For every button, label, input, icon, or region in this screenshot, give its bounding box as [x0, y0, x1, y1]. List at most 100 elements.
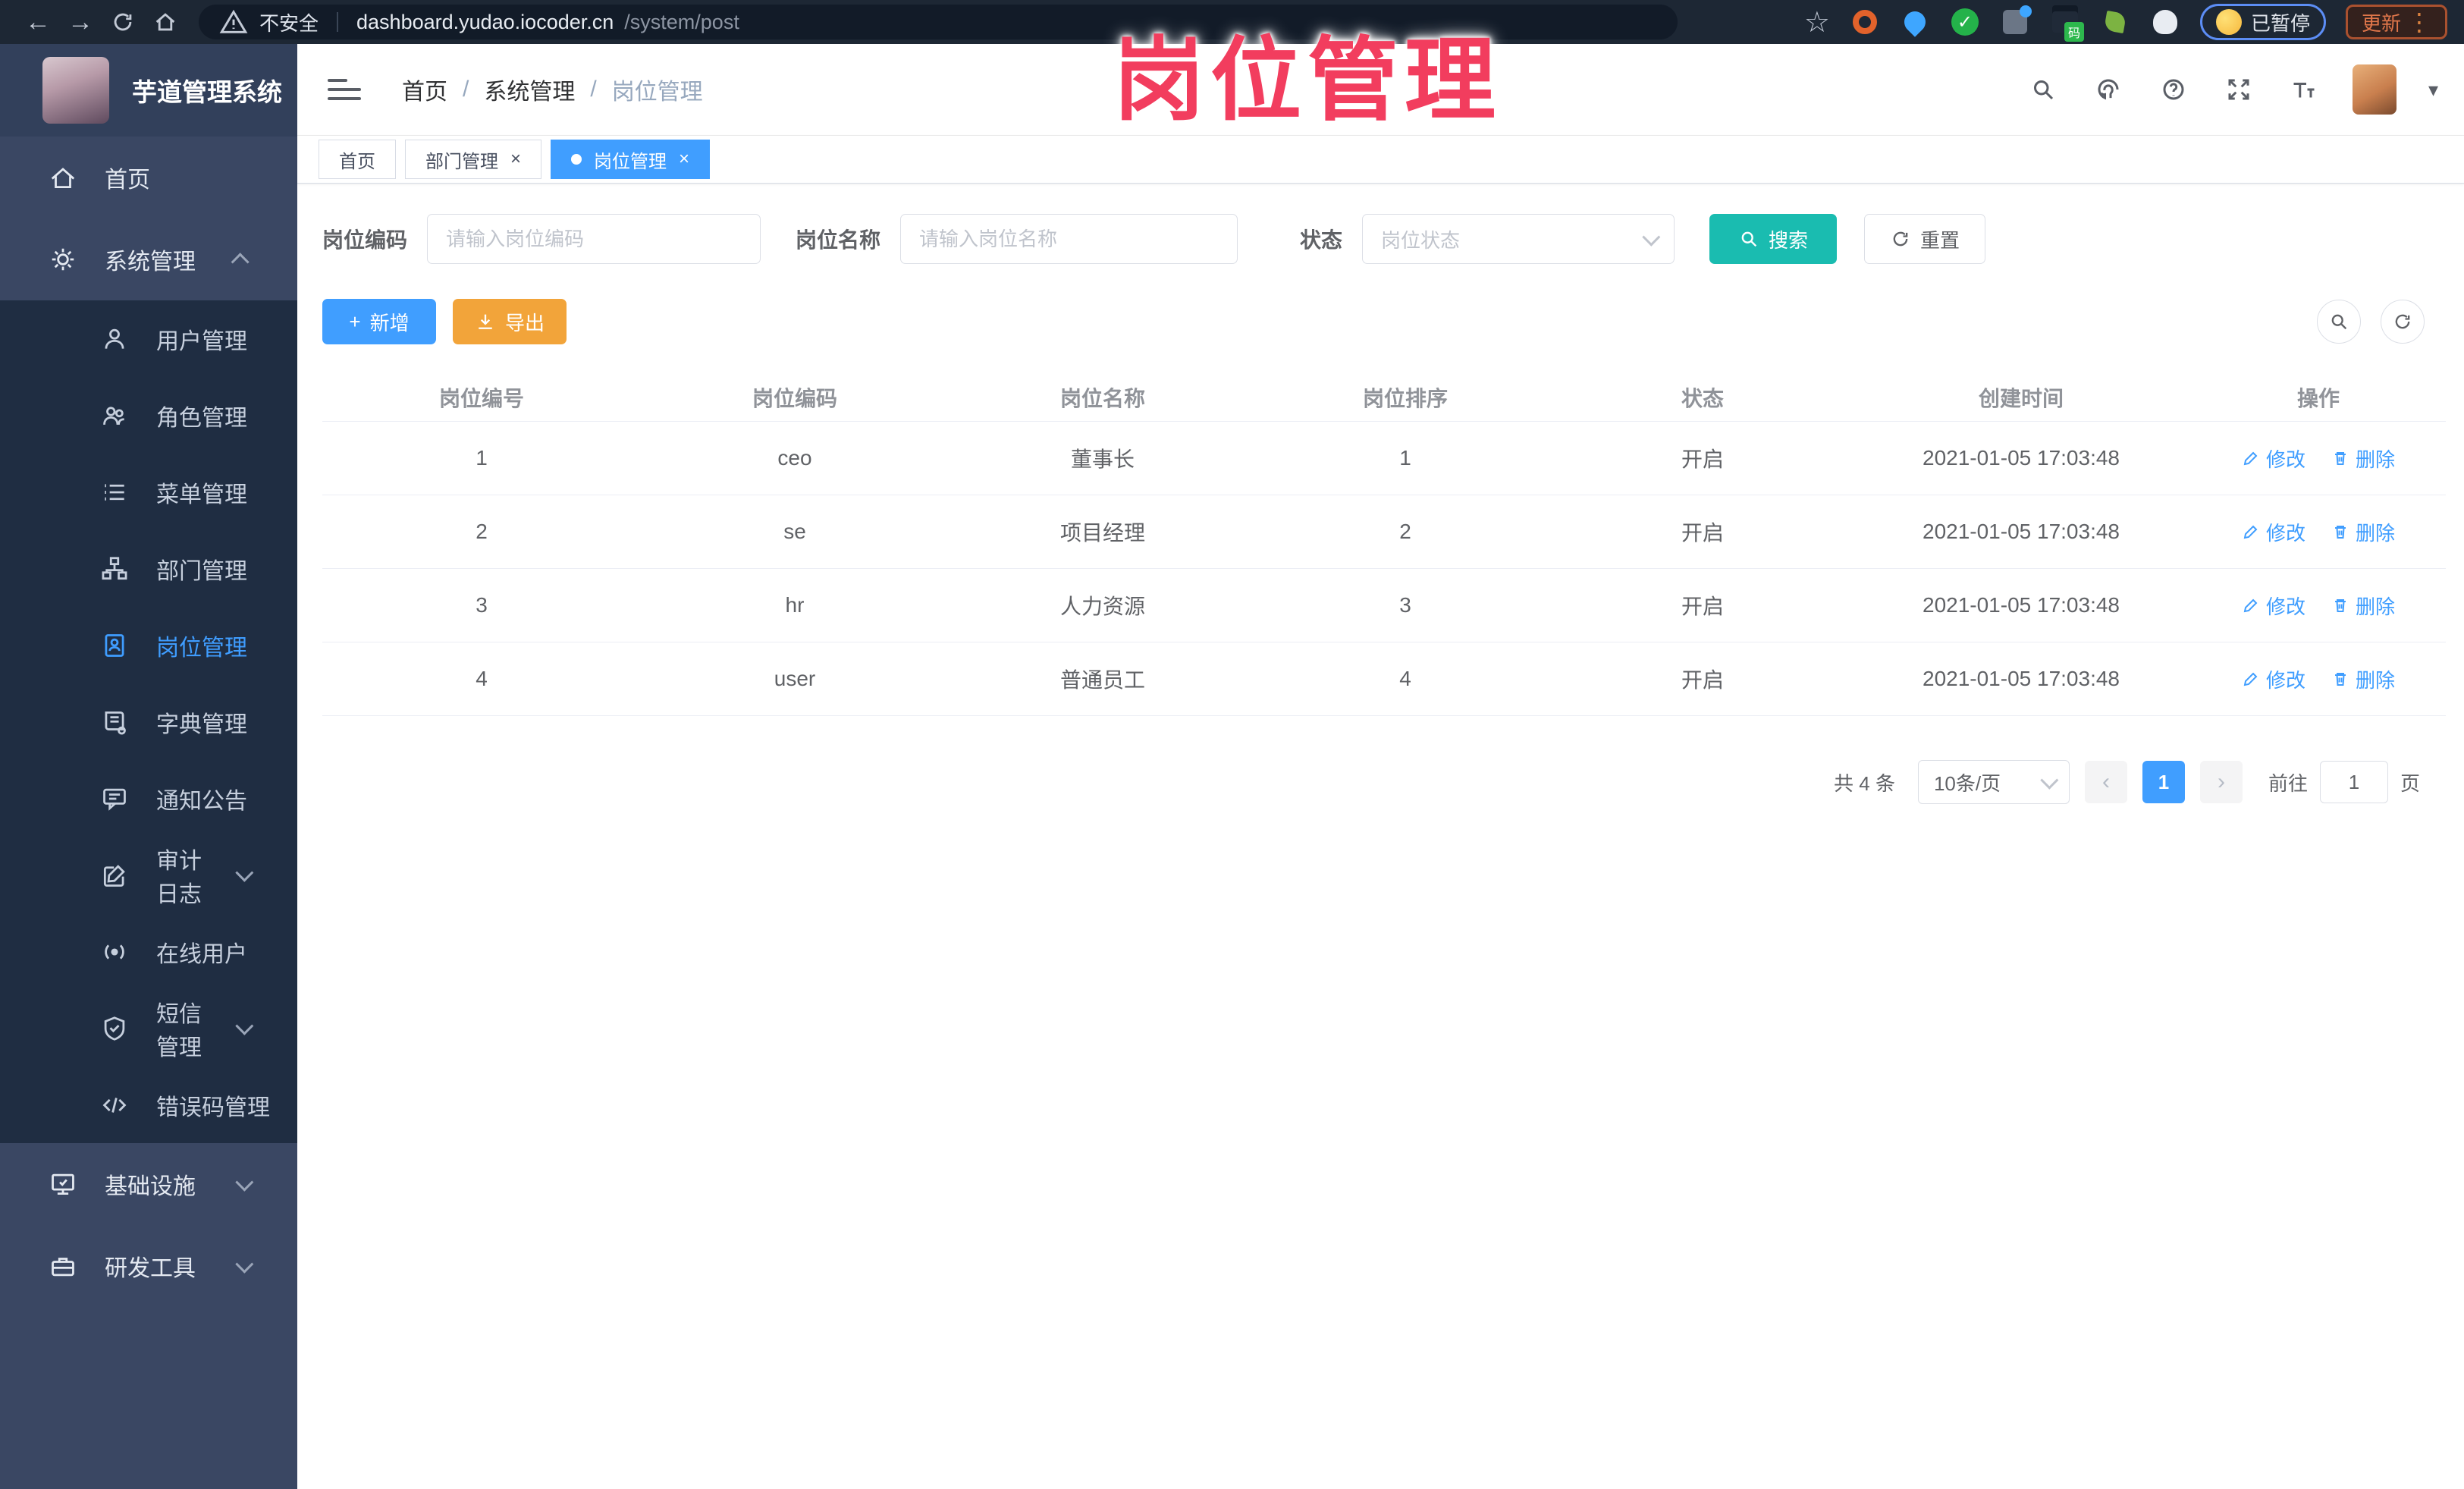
page-size-select[interactable]: 10条/页 — [1917, 760, 2070, 804]
sidebar-item-error-codes[interactable]: 错误码管理 — [0, 1066, 297, 1143]
export-button-label: 导出 — [504, 311, 545, 335]
sidebar-item-sms[interactable]: 短信管理 — [0, 990, 297, 1066]
delete-link[interactable]: 删除 — [2331, 518, 2395, 546]
kebab-menu-icon[interactable]: ⋮ — [2407, 8, 2431, 36]
status-select[interactable]: 岗位状态 — [1362, 214, 1675, 264]
security-label[interactable]: 不安全 — [259, 8, 319, 36]
cell-actions: 修改 删除 — [2191, 665, 2446, 693]
extension-bird-icon[interactable] — [2150, 7, 2180, 37]
paused-badge[interactable]: 已暂停 — [2199, 4, 2326, 40]
chevron-down-icon[interactable]: ▾ — [2428, 78, 2438, 102]
breadcrumb-home[interactable]: 首页 — [402, 73, 447, 106]
sidebar-item-infrastructure[interactable]: 基础设施 — [0, 1143, 297, 1225]
toggle-search-button[interactable] — [2317, 300, 2361, 344]
sidebar-item-departments[interactable]: 部门管理 — [0, 530, 297, 607]
sidebar-item-audit-log[interactable]: 审计日志 — [0, 837, 297, 913]
edit-link[interactable]: 修改 — [2242, 665, 2305, 693]
sidebar-item-users[interactable]: 用户管理 — [0, 300, 297, 377]
plus-icon: + — [349, 309, 361, 333]
close-icon[interactable]: × — [679, 150, 689, 168]
home-button-icon[interactable] — [144, 5, 187, 39]
extension-orange-icon[interactable] — [1850, 7, 1880, 37]
sidebar-item-posts[interactable]: 岗位管理 — [0, 607, 297, 683]
delete-link[interactable]: 删除 — [2331, 665, 2395, 693]
sidebar-item-online-users[interactable]: 在线用户 — [0, 913, 297, 990]
update-button[interactable]: 更新 ⋮ — [2345, 5, 2447, 39]
sidebar-item-label: 研发工具 — [105, 1256, 196, 1281]
sidebar-item-home[interactable]: 首页 — [0, 137, 297, 218]
edit-link[interactable]: 修改 — [2242, 445, 2305, 473]
edit-link[interactable]: 修改 — [2242, 592, 2305, 620]
chevron-down-icon — [235, 1255, 254, 1274]
extension-code-badge-icon[interactable] — [2050, 7, 2084, 42]
tab-posts[interactable]: 岗位管理 × — [551, 140, 711, 179]
github-icon[interactable] — [2092, 73, 2125, 106]
sidebar-item-notices[interactable]: 通知公告 — [0, 760, 297, 837]
sidebar-item-roles[interactable]: 角色管理 — [0, 377, 297, 454]
cell-post-name: 人力资源 — [1059, 595, 1145, 618]
cell-post-no: 4 — [476, 667, 488, 690]
user-icon — [100, 325, 129, 353]
edit-link[interactable]: 修改 — [2242, 518, 2305, 546]
refresh-icon — [2395, 314, 2410, 329]
help-icon[interactable] — [2157, 73, 2190, 106]
sidebar-item-label: 用户管理 — [156, 328, 247, 354]
delete-link[interactable]: 删除 — [2331, 592, 2395, 620]
fullscreen-icon[interactable] — [2222, 73, 2255, 106]
sidebar-item-devtools[interactable]: 研发工具 — [0, 1225, 297, 1307]
search-button-label: 搜索 — [1769, 228, 1809, 252]
prev-page-button[interactable]: ‹ — [2084, 761, 2127, 803]
warning-icon — [218, 7, 249, 37]
post-code-input[interactable] — [427, 214, 761, 264]
devtools-icon — [49, 1252, 77, 1280]
refresh-button[interactable] — [2381, 300, 2425, 344]
extension-check-icon[interactable]: ✓ — [1950, 7, 1980, 37]
reset-button[interactable]: 重置 — [1864, 214, 1986, 264]
sidebar-item-label: 菜单管理 — [156, 482, 247, 507]
delete-link[interactable]: 删除 — [2331, 445, 2395, 473]
edit-icon — [2243, 672, 2258, 686]
sidebar-collapse-icon[interactable] — [328, 79, 361, 100]
sidebar-item-label: 字典管理 — [156, 712, 247, 737]
cell-post-code: se — [783, 520, 806, 543]
goto-page-input[interactable] — [2319, 761, 2388, 803]
reload-icon[interactable] — [102, 5, 144, 39]
font-size-icon[interactable] — [2287, 73, 2321, 106]
pagination: 共 4 条 10条/页 ‹ 1 › 前往 页 — [322, 760, 2446, 804]
sidebar-item-label: 通知公告 — [156, 788, 247, 814]
extension-pin-icon[interactable] — [1900, 7, 1930, 37]
cell-post-status: 开启 — [1681, 595, 1724, 618]
search-button[interactable]: 搜索 — [1709, 214, 1838, 264]
breadcrumb-current: 岗位管理 — [611, 80, 703, 105]
page-number-1[interactable]: 1 — [2142, 761, 2185, 803]
tab-home[interactable]: 首页 — [319, 140, 396, 179]
sidebar-item-label: 系统管理 — [105, 250, 196, 275]
breadcrumb-section[interactable]: 系统管理 — [484, 73, 575, 106]
export-button[interactable]: 导出 — [453, 299, 567, 344]
back-icon[interactable]: ← — [17, 5, 59, 39]
post-name-input[interactable] — [900, 214, 1238, 264]
forward-icon[interactable]: → — [59, 5, 102, 39]
cell-post-name: 董事长 — [1070, 448, 1135, 471]
extension-grid-icon[interactable] — [2000, 5, 2032, 37]
sidebar-item-dictionary[interactable]: 字典管理 — [0, 683, 297, 760]
app-logo[interactable]: 芋道管理系统 — [0, 44, 297, 137]
edit-icon — [2243, 525, 2258, 539]
cell-post-no: 2 — [476, 520, 488, 543]
add-button[interactable]: + 新增 — [322, 299, 436, 344]
bookmark-star-icon[interactable]: ☆ — [1804, 5, 1830, 39]
next-page-button[interactable]: › — [2199, 761, 2243, 803]
cell-created-time: 2021-01-05 17:03:48 — [1923, 593, 2120, 617]
search-icon[interactable] — [2026, 73, 2060, 106]
column-header: 状态 — [1681, 386, 1724, 410]
total-count: 共 4 条 — [1834, 771, 1895, 795]
logo-image — [42, 57, 109, 124]
cell-post-code: user — [774, 667, 816, 690]
close-icon[interactable]: × — [510, 150, 521, 168]
avatar[interactable] — [2352, 64, 2397, 115]
tab-departments[interactable]: 部门管理 × — [405, 140, 542, 179]
chevron-down-icon — [235, 863, 254, 882]
sidebar-item-menus[interactable]: 菜单管理 — [0, 454, 297, 530]
sidebar-item-system[interactable]: 系统管理 — [0, 218, 297, 300]
extension-leaf-icon[interactable] — [2100, 7, 2130, 37]
